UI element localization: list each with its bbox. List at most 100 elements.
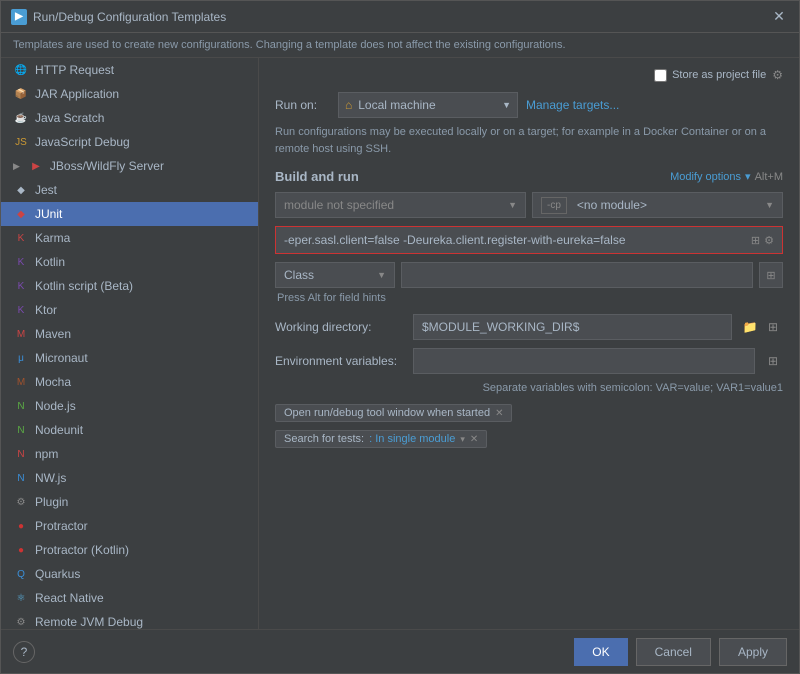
- sidebar-item-nwjs[interactable]: NNW.js: [1, 466, 258, 490]
- dialog: ▶ Run/Debug Configuration Templates ✕ Te…: [0, 0, 800, 674]
- module-row: module not specified ▼ -cp <no module> ▼: [275, 192, 783, 218]
- module-select[interactable]: module not specified ▼: [275, 192, 526, 218]
- sidebar-item-ktor[interactable]: KKtor: [1, 298, 258, 322]
- sidebar-item-label-jar-application: JAR Application: [35, 87, 119, 101]
- jar-application-icon: 📦: [13, 86, 29, 102]
- modify-options-label: Modify options: [670, 171, 741, 183]
- kotlin-icon: K: [13, 254, 29, 270]
- react-native-icon: ⚛: [13, 590, 29, 606]
- search-tests-tag: Search for tests: : In single module ▾ ✕: [275, 430, 487, 448]
- sidebar-item-java-scratch[interactable]: ☕Java Scratch: [1, 106, 258, 130]
- bottom-bar: ? OK Cancel Apply: [1, 629, 799, 673]
- nodeunit-icon: N: [13, 422, 29, 438]
- sidebar-item-quarkus[interactable]: Q Quarkus: [1, 562, 258, 586]
- protractor-icon: ●: [13, 518, 29, 534]
- working-dir-options-icon[interactable]: ⊞: [763, 317, 783, 337]
- working-dir-input[interactable]: $MODULE_WORKING_DIR$: [413, 314, 732, 340]
- sidebar-item-react-native[interactable]: ⚛React Native: [1, 586, 258, 610]
- ktor-icon: K: [13, 302, 29, 318]
- open-run-label: Open run/debug tool window when started: [284, 407, 490, 419]
- working-dir-row: Working directory: $MODULE_WORKING_DIR$ …: [275, 314, 783, 340]
- sidebar-item-kotlin[interactable]: KKotlin: [1, 250, 258, 274]
- folder-browse-icon[interactable]: 📁: [740, 317, 760, 337]
- sidebar-item-micronaut[interactable]: μMicronaut: [1, 346, 258, 370]
- expand-arrow-icon: ▶: [13, 161, 20, 172]
- title-bar: ▶ Run/Debug Configuration Templates ✕: [1, 1, 799, 33]
- settings-icon[interactable]: ⚙: [772, 68, 783, 82]
- sidebar-item-junit[interactable]: ◆JUnit: [1, 202, 258, 226]
- cp-badge: -cp: [541, 197, 567, 214]
- sidebar-item-http-request[interactable]: 🌐HTTP Request: [1, 58, 258, 82]
- env-vars-label: Environment variables:: [275, 354, 405, 368]
- npm-icon: N: [13, 446, 29, 462]
- manage-targets-link[interactable]: Manage targets...: [526, 98, 619, 112]
- sidebar-item-label-protractor: Protractor: [35, 519, 88, 533]
- class-row: Class ▼ ⊞: [275, 262, 783, 288]
- class-input-field[interactable]: [401, 262, 753, 288]
- vm-options-row: -eper.sasl.client=false -Deureka.client.…: [275, 226, 783, 254]
- env-vars-input[interactable]: [413, 348, 755, 374]
- sidebar-item-label-http-request: HTTP Request: [35, 63, 114, 77]
- sidebar-item-kotlin-script[interactable]: KKotlin script (Beta): [1, 274, 258, 298]
- dialog-icon: ▶: [11, 9, 27, 25]
- sidebar-item-mocha[interactable]: MMocha: [1, 370, 258, 394]
- close-button[interactable]: ✕: [769, 7, 789, 27]
- jest-icon: ◆: [13, 182, 29, 198]
- sidebar-item-nodejs[interactable]: NNode.js: [1, 394, 258, 418]
- main-panel: Store as project file ⚙ Run on: ⌂ Local …: [259, 58, 799, 629]
- working-dir-value: $MODULE_WORKING_DIR$: [422, 320, 579, 334]
- store-project-label[interactable]: Store as project file: [654, 69, 766, 82]
- settings-small-icon[interactable]: ⚙: [764, 234, 774, 247]
- no-module-arrow-icon: ▼: [765, 200, 774, 210]
- ok-button[interactable]: OK: [574, 638, 627, 666]
- quarkus-icon: Q: [13, 566, 29, 582]
- sidebar-item-remote-jvm-debug[interactable]: ⚙Remote JVM Debug: [1, 610, 258, 629]
- env-vars-browse-icon[interactable]: ⊞: [763, 351, 783, 371]
- sidebar-item-label-kotlin-script: Kotlin script (Beta): [35, 279, 133, 293]
- help-button[interactable]: ?: [13, 641, 35, 663]
- run-on-label: Run on:: [275, 98, 330, 112]
- nwjs-icon: N: [13, 470, 29, 486]
- sidebar-item-jboss-wildfly[interactable]: ▶▶JBoss/WildFly Server: [1, 154, 258, 178]
- expand-icon[interactable]: ⊞: [751, 234, 760, 247]
- class-browse-button[interactable]: ⊞: [759, 262, 783, 288]
- plugin-icon: ⚙: [13, 494, 29, 510]
- modify-options-button[interactable]: Modify options ▾ Alt+M: [670, 170, 783, 183]
- class-select[interactable]: Class ▼: [275, 262, 395, 288]
- sidebar-item-karma[interactable]: KKarma: [1, 226, 258, 250]
- open-run-close-icon[interactable]: ✕: [495, 408, 503, 419]
- sidebar-item-protractor-kotlin[interactable]: ●Protractor (Kotlin): [1, 538, 258, 562]
- sidebar-item-jest[interactable]: ◆Jest: [1, 178, 258, 202]
- sidebar-item-protractor[interactable]: ● Protractor: [1, 514, 258, 538]
- sidebar-item-npm[interactable]: Nnpm: [1, 442, 258, 466]
- search-tests-dropdown-icon[interactable]: ▾: [460, 434, 465, 445]
- dropdown-arrow-icon: ▼: [502, 100, 511, 110]
- no-module-select[interactable]: -cp <no module> ▼: [532, 192, 783, 218]
- junit-icon: ◆: [13, 206, 29, 222]
- sidebar-item-maven[interactable]: M Maven: [1, 322, 258, 346]
- cancel-button[interactable]: Cancel: [636, 638, 711, 666]
- sidebar-item-label-maven: Maven: [35, 327, 71, 341]
- local-machine-text: Local machine: [358, 98, 435, 112]
- sidebar-item-label-karma: Karma: [35, 231, 70, 245]
- sidebar-item-label-java-scratch: Java Scratch: [35, 111, 104, 125]
- sidebar-item-label-quarkus: Quarkus: [35, 567, 80, 581]
- action-buttons: OK Cancel Apply: [574, 638, 787, 666]
- sidebar-item-plugin[interactable]: ⚙Plugin: [1, 490, 258, 514]
- search-tests-close-icon[interactable]: ✕: [470, 434, 478, 445]
- run-on-select[interactable]: ⌂ Local machine ▼: [338, 92, 518, 118]
- sidebar-item-nodeunit[interactable]: NNodeunit: [1, 418, 258, 442]
- sidebar-item-javascript-debug[interactable]: JSJavaScript Debug: [1, 130, 258, 154]
- content-area: 🌐HTTP Request 📦 JAR Application ☕Java Scrat…: [1, 58, 799, 629]
- class-label: Class: [284, 268, 314, 282]
- apply-button[interactable]: Apply: [719, 638, 787, 666]
- nodejs-icon: N: [13, 398, 29, 414]
- store-project-checkbox[interactable]: [654, 69, 667, 82]
- search-tests-value[interactable]: : In single module: [369, 433, 455, 445]
- maven-icon: M: [13, 326, 29, 342]
- sidebar-item-label-remote-jvm-debug: Remote JVM Debug: [35, 615, 143, 629]
- sidebar: 🌐HTTP Request 📦 JAR Application ☕Java Scrat…: [1, 58, 259, 629]
- tag-row: Open run/debug tool window when started …: [275, 404, 783, 422]
- run-description: Run configurations may be executed local…: [275, 124, 783, 157]
- sidebar-item-jar-application[interactable]: 📦 JAR Application: [1, 82, 258, 106]
